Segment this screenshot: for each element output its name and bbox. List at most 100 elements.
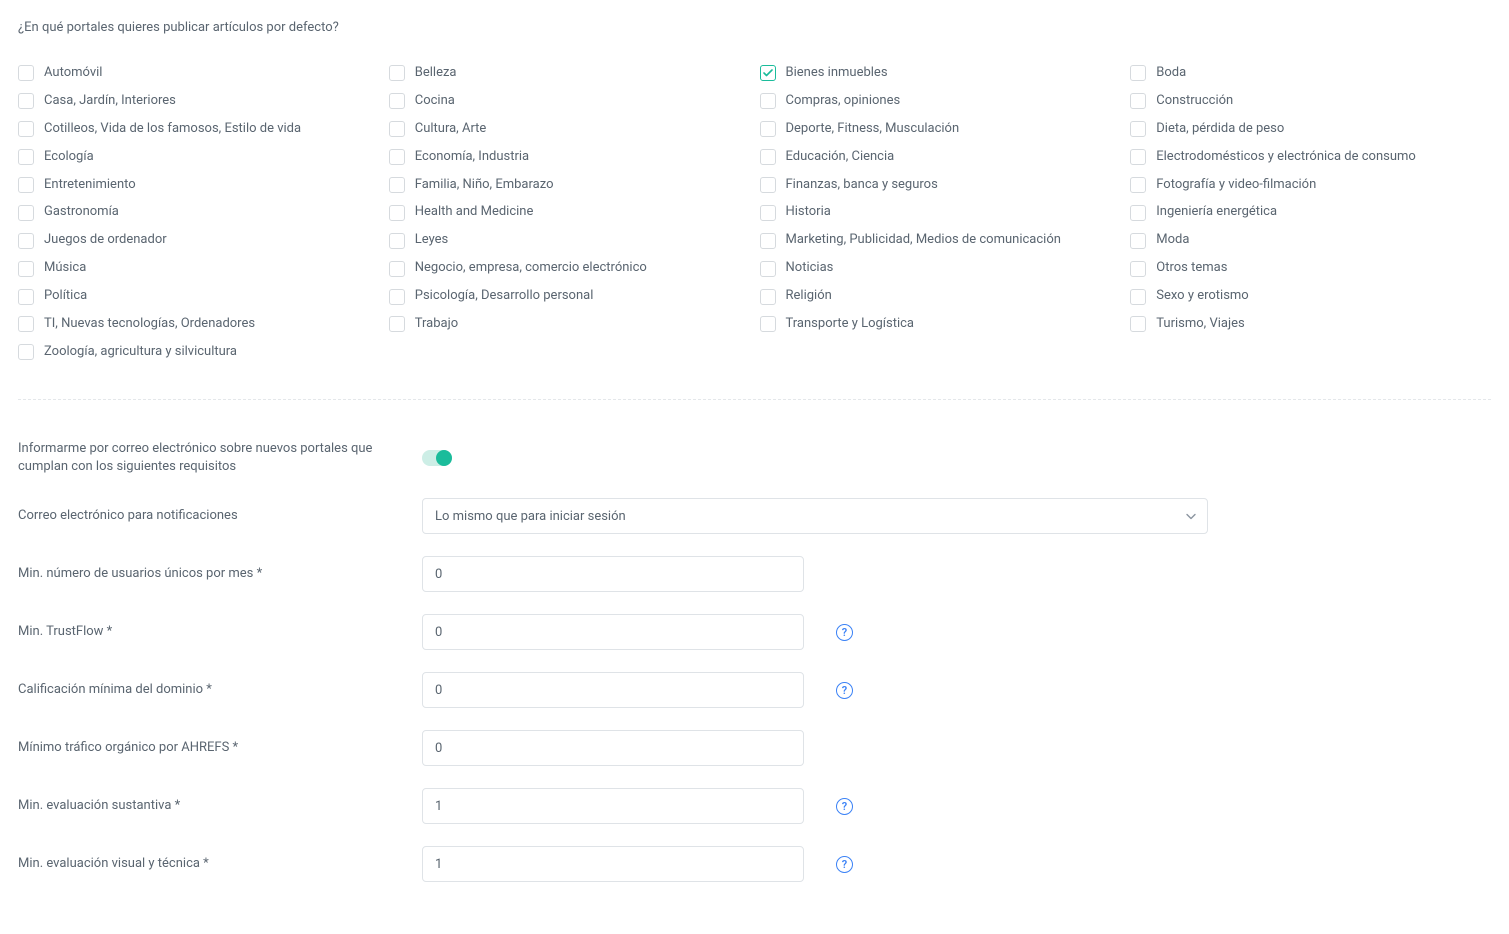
portal-label: Deporte, Fitness, Musculación <box>786 121 960 138</box>
portal-checkbox[interactable]: Construcción <box>1130 93 1491 110</box>
checkbox-box[interactable] <box>18 344 34 360</box>
portal-checkbox[interactable]: Compras, opiniones <box>760 93 1121 110</box>
min-ahrefs-input[interactable] <box>422 730 804 766</box>
checkbox-box[interactable] <box>1130 233 1146 249</box>
min-trustflow-label: Min. TrustFlow * <box>18 623 422 641</box>
portal-label: Moda <box>1156 232 1189 249</box>
checkbox-box[interactable] <box>18 93 34 109</box>
checkbox-box[interactable] <box>760 261 776 277</box>
checkbox-box[interactable] <box>760 149 776 165</box>
notify-toggle[interactable] <box>422 450 452 466</box>
checkbox-box[interactable] <box>389 65 405 81</box>
checkbox-box[interactable] <box>1130 121 1146 137</box>
portal-checkbox[interactable]: Boda <box>1130 65 1491 82</box>
min-visual-input[interactable] <box>422 846 804 882</box>
portal-checkbox[interactable]: Leyes <box>389 232 750 249</box>
portal-checkbox[interactable]: Casa, Jardín, Interiores <box>18 93 379 110</box>
checkbox-box[interactable] <box>760 121 776 137</box>
checkbox-box[interactable] <box>389 261 405 277</box>
email-select[interactable]: Lo mismo que para iniciar sesión <box>422 498 1208 534</box>
portal-checkbox[interactable]: Transporte y Logística <box>760 316 1121 333</box>
checkbox-box[interactable] <box>18 177 34 193</box>
checkbox-box[interactable] <box>389 316 405 332</box>
portal-checkbox[interactable]: Deporte, Fitness, Musculación <box>760 121 1121 138</box>
portal-checkbox[interactable]: Cultura, Arte <box>389 121 750 138</box>
portal-checkbox[interactable]: Finanzas, banca y seguros <box>760 177 1121 194</box>
checkbox-box[interactable] <box>18 289 34 305</box>
portal-checkbox[interactable]: Health and Medicine <box>389 204 750 221</box>
checkbox-box[interactable] <box>1130 289 1146 305</box>
portal-checkbox[interactable]: Historia <box>760 204 1121 221</box>
portal-checkbox[interactable]: Educación, Ciencia <box>760 149 1121 166</box>
portal-checkbox[interactable]: Música <box>18 260 379 277</box>
portal-checkbox[interactable]: Turismo, Viajes <box>1130 316 1491 333</box>
checkbox-box[interactable] <box>389 205 405 221</box>
portal-checkbox[interactable]: Belleza <box>389 65 750 82</box>
checkbox-box[interactable] <box>760 233 776 249</box>
min-trustflow-input[interactable] <box>422 614 804 650</box>
checkbox-box[interactable] <box>760 289 776 305</box>
checkbox-box[interactable] <box>18 233 34 249</box>
portal-checkbox[interactable]: Negocio, empresa, comercio electrónico <box>389 260 750 277</box>
checkbox-box[interactable] <box>18 316 34 332</box>
checkbox-box[interactable] <box>760 316 776 332</box>
checkbox-box[interactable] <box>389 233 405 249</box>
checkbox-box[interactable] <box>18 205 34 221</box>
portal-checkbox[interactable]: Noticias <box>760 260 1121 277</box>
checkbox-box[interactable] <box>18 261 34 277</box>
min-substantive-input[interactable] <box>422 788 804 824</box>
portal-label: Ingeniería energética <box>1156 204 1277 221</box>
checkbox-box[interactable] <box>389 289 405 305</box>
portal-checkbox[interactable]: Gastronomía <box>18 204 379 221</box>
portal-checkbox[interactable]: Zoología, agricultura y silvicultura <box>18 344 379 361</box>
portal-checkbox[interactable]: Psicología, Desarrollo personal <box>389 288 750 305</box>
checkbox-box[interactable] <box>760 65 776 81</box>
portal-checkbox[interactable]: Trabajo <box>389 316 750 333</box>
checkbox-box[interactable] <box>389 177 405 193</box>
checkbox-box[interactable] <box>389 93 405 109</box>
min-users-input[interactable] <box>422 556 804 592</box>
portal-checkbox[interactable]: Otros temas <box>1130 260 1491 277</box>
checkbox-box[interactable] <box>1130 316 1146 332</box>
checkbox-box[interactable] <box>760 93 776 109</box>
portal-checkbox[interactable]: Fotografía y video-filmación <box>1130 177 1491 194</box>
portal-label: Noticias <box>786 260 834 277</box>
help-icon[interactable]: ? <box>836 798 853 815</box>
help-icon[interactable]: ? <box>836 682 853 699</box>
portal-checkbox[interactable]: Electrodomésticos y electrónica de consu… <box>1130 149 1491 166</box>
portal-checkbox[interactable]: Bienes inmuebles <box>760 65 1121 82</box>
portal-checkbox[interactable]: Ingeniería energética <box>1130 204 1491 221</box>
portal-checkbox[interactable]: Moda <box>1130 232 1491 249</box>
portal-checkbox[interactable]: Sexo y erotismo <box>1130 288 1491 305</box>
portal-checkbox[interactable]: Entretenimiento <box>18 177 379 194</box>
help-icon[interactable]: ? <box>836 624 853 641</box>
min-domain-input[interactable] <box>422 672 804 708</box>
checkbox-box[interactable] <box>1130 93 1146 109</box>
portal-checkbox[interactable]: Política <box>18 288 379 305</box>
help-icon[interactable]: ? <box>836 856 853 873</box>
checkbox-box[interactable] <box>1130 65 1146 81</box>
checkbox-box[interactable] <box>760 177 776 193</box>
checkbox-box[interactable] <box>389 149 405 165</box>
checkbox-box[interactable] <box>1130 177 1146 193</box>
portal-checkbox[interactable]: Marketing, Publicidad, Medios de comunic… <box>760 232 1121 249</box>
checkbox-box[interactable] <box>389 121 405 137</box>
checkbox-box[interactable] <box>760 205 776 221</box>
portal-checkbox[interactable]: Automóvil <box>18 65 379 82</box>
portal-checkbox[interactable]: Familia, Niño, Embarazo <box>389 177 750 194</box>
portal-checkbox[interactable]: Ecología <box>18 149 379 166</box>
checkbox-box[interactable] <box>18 121 34 137</box>
portal-checkbox[interactable]: Juegos de ordenador <box>18 232 379 249</box>
checkbox-box[interactable] <box>18 65 34 81</box>
checkbox-box[interactable] <box>1130 149 1146 165</box>
portal-checkbox[interactable]: TI, Nuevas tecnologías, Ordenadores <box>18 316 379 333</box>
checkbox-box[interactable] <box>1130 205 1146 221</box>
portal-checkbox[interactable]: Cocina <box>389 93 750 110</box>
portal-label: Leyes <box>415 232 448 249</box>
portal-checkbox[interactable]: Cotilleos, Vida de los famosos, Estilo d… <box>18 121 379 138</box>
portal-checkbox[interactable]: Religión <box>760 288 1121 305</box>
portal-checkbox[interactable]: Dieta, pérdida de peso <box>1130 121 1491 138</box>
portal-checkbox[interactable]: Economía, Industria <box>389 149 750 166</box>
checkbox-box[interactable] <box>1130 261 1146 277</box>
checkbox-box[interactable] <box>18 149 34 165</box>
